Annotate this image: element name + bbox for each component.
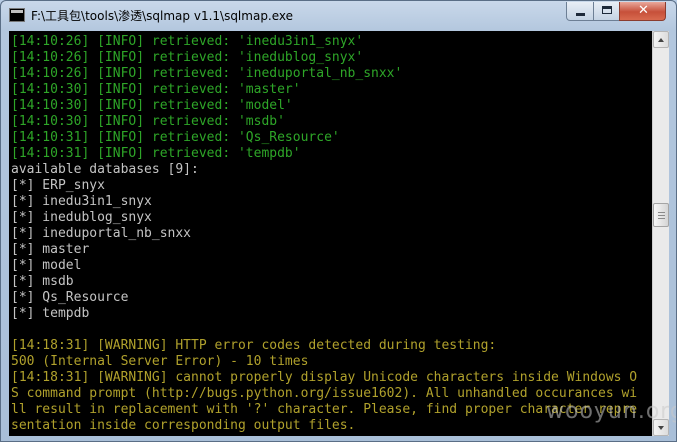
vertical-scrollbar[interactable] <box>652 31 669 436</box>
console-line: [*] master <box>11 242 90 257</box>
console-line: 500 (Internal Server Error) - 10 times <box>11 354 309 369</box>
console-app-icon[interactable] <box>9 8 25 22</box>
console-line: ll result in replacement with '?' charac… <box>11 402 638 417</box>
watermark: wooyun.org <box>546 399 677 424</box>
console-line: [14:18:31] [WARNING] cannot properly dis… <box>11 370 638 385</box>
console-line: [14:10:26] [INFO] retrieved: 'inedu3in1_… <box>11 34 364 49</box>
console-line: [14:10:26] [INFO] retrieved: 'ineduporta… <box>11 66 403 81</box>
grip-line <box>658 218 665 219</box>
window-title: F:\工具包\tools\渗透\sqlmap v1.1\sqlmap.exe <box>31 9 294 23</box>
console-output[interactable]: [14:10:26] [INFO] retrieved: 'inedu3in1_… <box>9 31 652 436</box>
scroll-thumb[interactable] <box>653 203 669 227</box>
minimize-icon <box>576 13 585 16</box>
console-line: [14:18:31] [WARNING] HTTP error codes de… <box>11 338 497 353</box>
grip-line <box>658 215 665 216</box>
close-button[interactable]: ✕ <box>619 2 666 21</box>
console-line: [*] ERP_snyx <box>11 178 105 193</box>
console-line: [*] tempdb <box>11 306 90 321</box>
console-line: [*] inedu3in1_snyx <box>11 194 152 209</box>
console-line: [*] model <box>11 258 82 273</box>
console-line: [14:10:26] [INFO] retrieved: 'inedublog_… <box>11 50 364 65</box>
console-line: available databases [9]: <box>11 162 199 177</box>
arrow-down-icon <box>658 426 664 430</box>
grip-line <box>658 212 665 213</box>
console-window: F:\工具包\tools\渗透\sqlmap v1.1\sqlmap.exe ✕… <box>0 0 677 442</box>
console-line: S command prompt (http://bugs.python.org… <box>11 386 638 401</box>
console-line: [14:10:30] [INFO] retrieved: 'master' <box>11 82 301 97</box>
console-line: [14:10:30] [INFO] retrieved: 'model' <box>11 98 293 113</box>
close-icon: ✕ <box>638 3 649 18</box>
minimize-button[interactable] <box>566 2 594 21</box>
console-line: [*] Qs_Resource <box>11 290 129 305</box>
console-line: [14:10:31] [INFO] retrieved: 'Qs_Resourc… <box>11 130 340 145</box>
console-line: [*] inedublog_snyx <box>11 210 152 225</box>
console-line: [14:10:30] [INFO] retrieved: 'msdb' <box>11 114 285 129</box>
console-line: [*] msdb <box>11 274 74 289</box>
scroll-up-button[interactable] <box>653 31 669 48</box>
maximize-button[interactable] <box>593 2 620 21</box>
console-line: [*] ineduportal_nb_snxx <box>11 226 192 241</box>
title-bar[interactable]: F:\工具包\tools\渗透\sqlmap v1.1\sqlmap.exe ✕ <box>1 1 676 31</box>
console-line: [14:10:31] [INFO] retrieved: 'tempdb' <box>11 146 301 161</box>
maximize-icon <box>602 6 612 14</box>
console-line: sentation inside corresponding output fi… <box>11 418 356 433</box>
arrow-up-icon <box>658 38 664 42</box>
